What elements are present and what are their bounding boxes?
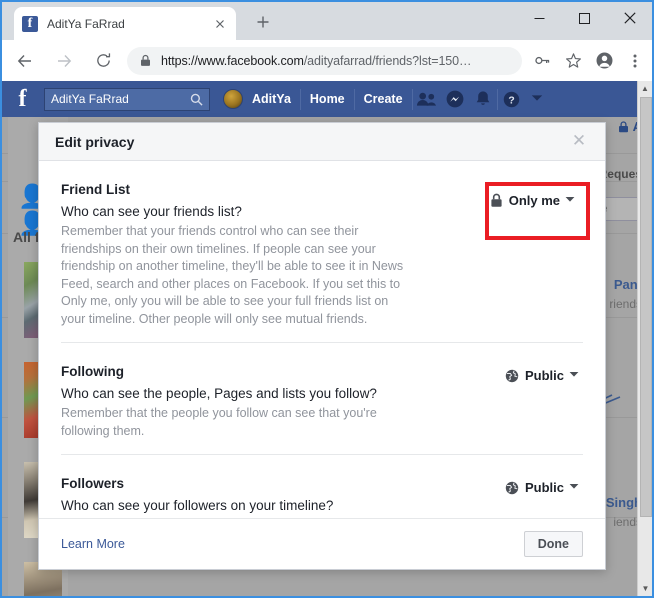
audience-label: Only me <box>508 193 560 208</box>
browser-window: f AditYa FaRrad https://www.facebook.com… <box>0 0 654 598</box>
tab-title: AditYa FaRrad <box>47 16 125 31</box>
globe-icon <box>505 481 519 495</box>
audience-selector-friend-list[interactable]: Only me <box>490 193 575 208</box>
audience-label: Public <box>524 480 564 495</box>
dialog-header: Edit privacy ✕ <box>39 123 605 161</box>
search-icon[interactable] <box>190 93 203 106</box>
browser-tab[interactable]: f AditYa FaRrad <box>14 7 236 40</box>
address-bar-text: https://www.facebook.com/adityafarrad/fr… <box>161 53 472 68</box>
learn-more-link[interactable]: Learn More <box>61 537 524 551</box>
nav-link-home[interactable]: Home <box>301 92 354 106</box>
section-description: Remember that your friends control who c… <box>61 224 404 326</box>
scroll-up-arrow-icon[interactable]: ▲ <box>638 81 652 96</box>
svg-text:?: ? <box>508 95 514 106</box>
three-dot-menu-icon[interactable] <box>621 47 649 75</box>
browser-toolbar: https://www.facebook.com/adityafarrad/fr… <box>2 40 652 81</box>
browser-tab-strip: f AditYa FaRrad <box>2 2 652 40</box>
audience-selector-following[interactable]: Public <box>505 368 579 383</box>
maximize-icon[interactable] <box>562 2 607 34</box>
account-dropdown-caret[interactable] <box>526 94 548 105</box>
section-friend-list: Friend List Who can see your friends lis… <box>61 161 583 342</box>
chevron-down-icon[interactable] <box>569 483 579 492</box>
section-description: Remember that the people you follow can … <box>61 406 377 438</box>
scroll-down-arrow-icon[interactable]: ▼ <box>638 581 652 596</box>
dialog-title: Edit privacy <box>55 133 135 150</box>
profile-avatar-icon[interactable] <box>590 47 618 75</box>
back-arrow-icon[interactable] <box>9 45 41 77</box>
lock-icon <box>618 120 628 132</box>
messenger-icon[interactable] <box>441 87 469 111</box>
facebook-favicon: f <box>22 15 38 32</box>
new-tab-button[interactable] <box>250 11 276 37</box>
site-lock-icon <box>139 54 152 67</box>
section-question: Who can see your friends list? <box>61 204 242 219</box>
close-icon[interactable]: ✕ <box>569 131 589 152</box>
reload-icon[interactable] <box>87 45 119 77</box>
facebook-navbar: f AditYa FaRrad AditYa Home Create ? <box>2 81 652 117</box>
audience-label: Public <box>524 368 564 383</box>
minimize-icon[interactable] <box>517 2 562 34</box>
friend-requests-icon[interactable] <box>413 87 441 111</box>
nav-profile-name[interactable]: AditYa <box>243 92 300 106</box>
edit-privacy-dialog: Edit privacy ✕ Friend List Who can see y… <box>38 122 606 570</box>
facebook-logo[interactable]: f <box>10 86 35 112</box>
all-friends-label[interactable]: All f <box>13 229 39 245</box>
chevron-down-icon[interactable] <box>565 196 575 205</box>
chevron-down-icon[interactable] <box>569 371 579 380</box>
section-question: Who can see your followers on your timel… <box>61 498 334 513</box>
page-scrollbar[interactable]: ▲ ▼ <box>637 81 652 596</box>
section-question: Who can see the people, Pages and lists … <box>61 386 377 401</box>
scrollbar-thumb[interactable] <box>640 97 652 517</box>
bookmark-star-icon[interactable] <box>559 47 587 75</box>
dialog-footer: Learn More Done <box>39 518 605 569</box>
avatar[interactable] <box>223 89 243 109</box>
forward-arrow-icon[interactable] <box>48 45 80 77</box>
password-key-icon[interactable] <box>528 47 556 75</box>
window-close-icon[interactable] <box>607 2 652 34</box>
globe-icon <box>505 369 519 383</box>
help-icon[interactable]: ? <box>498 87 526 111</box>
address-bar[interactable]: https://www.facebook.com/adityafarrad/fr… <box>127 46 522 75</box>
notifications-icon[interactable] <box>469 87 497 111</box>
lock-icon <box>490 193 503 208</box>
dialog-body: Friend List Who can see your friends lis… <box>39 161 605 531</box>
window-controls <box>517 2 652 34</box>
search-input-value: AditYa FaRrad <box>51 92 129 106</box>
search-input[interactable]: AditYa FaRrad <box>44 87 210 111</box>
audience-selector-followers[interactable]: Public <box>505 480 579 495</box>
nav-link-create[interactable]: Create <box>355 92 412 106</box>
section-following: Following Who can see the people, Pages … <box>61 342 583 454</box>
done-button[interactable]: Done <box>523 531 583 557</box>
close-icon[interactable] <box>212 16 228 32</box>
